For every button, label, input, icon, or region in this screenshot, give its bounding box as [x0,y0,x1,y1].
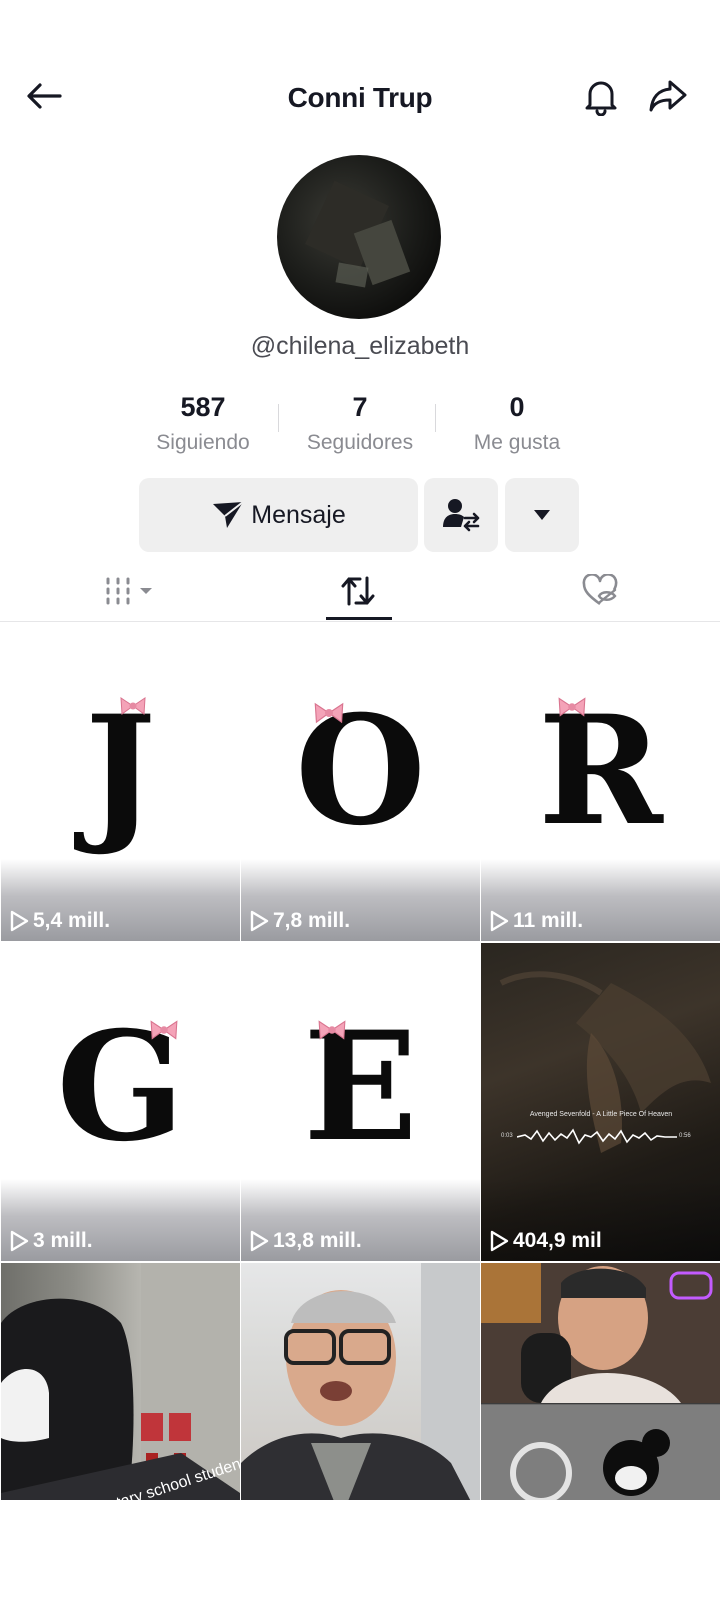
pink-bow-icon [558,697,586,717]
pink-bow-icon [150,1020,178,1040]
video-thumbnail[interactable] [481,1263,720,1519]
audio-title: Avenged Sevenfold - A Little Piece Of He… [529,1111,673,1118]
play-icon [250,910,269,932]
thumbnail-letter: O [295,683,426,859]
profile-header: Conni Trup [0,60,720,130]
pink-bow-icon [120,697,146,715]
view-count-label: 3 mill. [33,1229,93,1252]
view-count-label: 404,9 mil [513,1229,602,1252]
audio-time-end: 0:56 [679,1133,691,1139]
user-switch-icon [443,499,480,532]
active-tab-indicator [326,617,392,620]
view-count-label: 11 mill. [513,909,584,932]
thumbnail-letter: G [56,999,185,1175]
video-thumbnail[interactable]: O 7,8 mill. [241,623,480,941]
tab-videos[interactable] [80,560,180,622]
message-button-label: Mensaje [251,500,346,529]
bell-icon [585,81,617,116]
view-count-label: 5,4 mill. [33,909,111,932]
profile-stats: 587 Siguiendo 7 Seguidores 0 Me gusta [0,392,720,462]
streamer-photo-illustration [481,1263,720,1519]
play-icon [490,1230,509,1252]
pink-bow-icon [318,1020,346,1040]
share-arrow-icon [649,80,687,112]
video-thumbnail[interactable] [241,1263,480,1519]
grid-filter-icon [106,577,152,605]
view-count: 13,8 mill. [249,1229,362,1253]
stat-followers[interactable]: 7 Seguidores [285,392,435,455]
notifications-button[interactable] [579,74,623,118]
play-icon [250,1230,269,1252]
friend-status-button[interactable] [424,478,498,552]
audio-time-start: 0:03 [501,1133,513,1139]
profile-tabs [0,560,720,622]
stat-likes[interactable]: 0 Me gusta [442,392,592,455]
video-thumbnail[interactable]: E 13,8 mill. [241,943,480,1261]
profile-avatar[interactable] [277,155,441,319]
view-count-label: 13,8 mill. [273,1229,362,1252]
avatar-image-shape [335,262,369,288]
view-count: 5,4 mill. [9,909,110,933]
video-thumbnail[interactable]: Avenged Sevenfold - A Little Piece Of He… [481,943,720,1261]
heart-hidden-icon [582,574,618,606]
followers-count: 7 [352,392,368,422]
send-icon [213,501,244,528]
view-count-label: 7,8 mill. [273,909,351,932]
thumbnail-letter: R [538,683,663,859]
view-count: 7,8 mill. [249,909,350,933]
bottom-blank-area [0,1500,720,1600]
play-icon [490,910,509,932]
likes-count: 0 [509,392,525,422]
play-icon [10,1230,29,1252]
view-count: 11 mill. [489,909,583,933]
tab-liked-private[interactable] [560,560,640,622]
following-label: Siguiendo [156,431,250,454]
more-options-button[interactable] [505,478,579,552]
thumbnail-letter: E [303,999,418,1175]
pink-bow-icon [314,702,344,724]
repost-icon [341,576,375,606]
stat-divider [435,404,436,432]
stat-divider [278,404,279,432]
stat-following[interactable]: 587 Siguiendo [128,392,278,455]
following-count: 587 [180,392,226,422]
play-icon [10,910,29,932]
message-button[interactable]: Mensaje [139,478,418,552]
caret-down-icon [534,510,550,520]
man-photo-illustration [241,1263,480,1519]
followers-label: Seguidores [306,431,414,454]
video-thumbnail[interactable]: J 5,4 mill. [1,623,240,941]
video-thumbnail[interactable]: G 3 mill. [1,943,240,1261]
tab-reposts[interactable] [320,560,396,622]
view-count: 404,9 mil [489,1229,602,1253]
profile-actions: Mensaje [0,478,720,552]
video-thumbnail[interactable]: R 11 mill. [481,623,720,941]
likes-label: Me gusta [473,431,561,454]
share-button[interactable] [646,74,690,118]
video-thumbnail[interactable]: Elementary school student [1,1263,240,1519]
audio-waveform [517,1128,677,1145]
profile-username: @chilena_elizabeth [250,332,470,360]
view-count: 3 mill. [9,1229,93,1253]
